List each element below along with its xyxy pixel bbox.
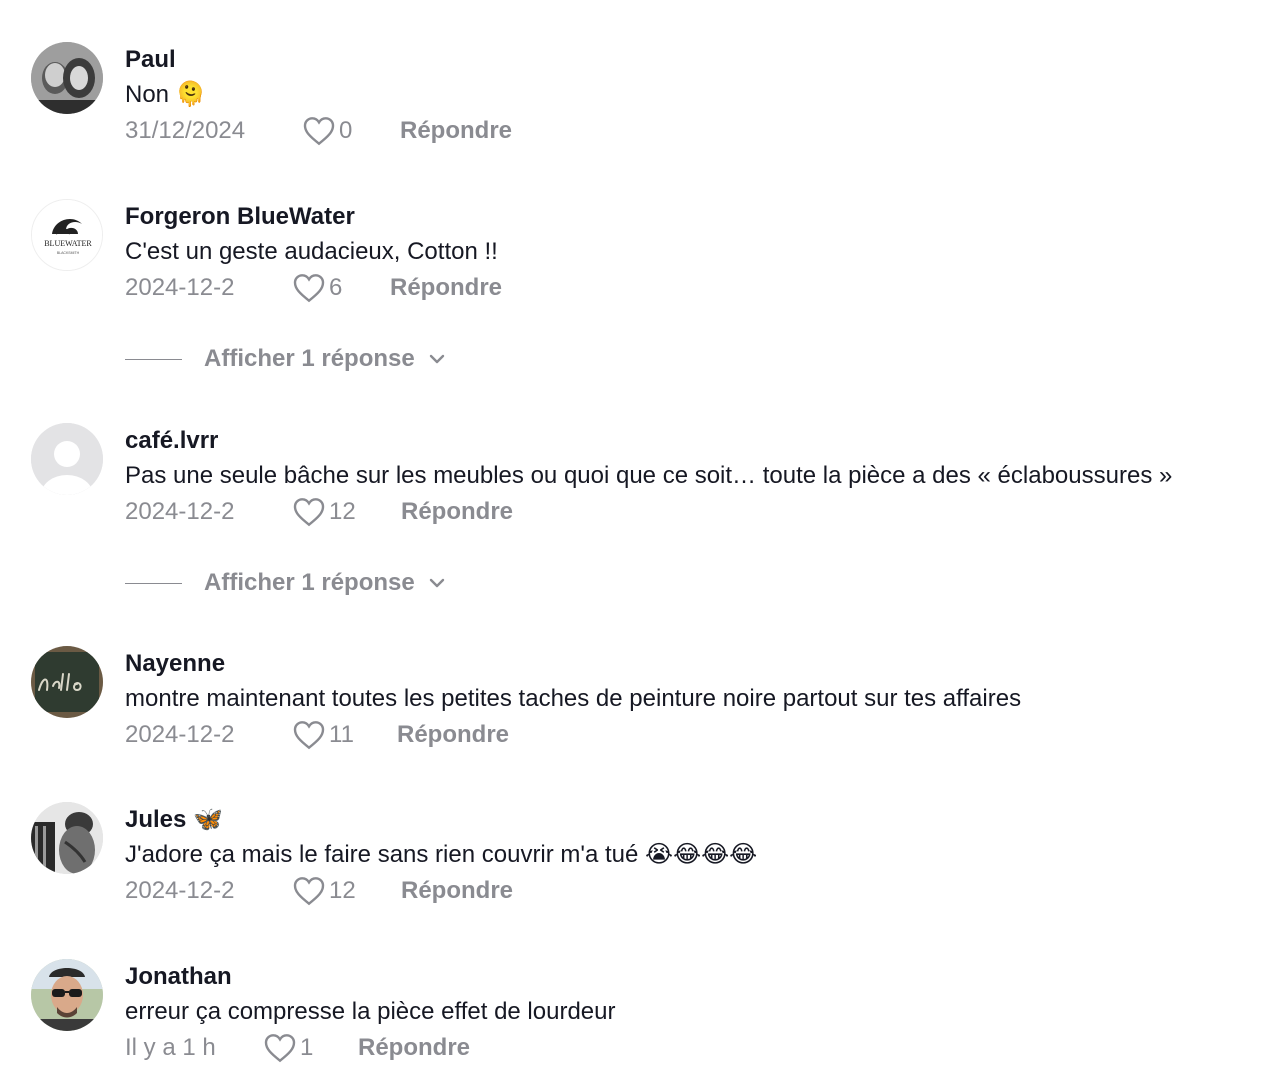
avatar-photo-icon xyxy=(31,802,103,874)
like-button[interactable]: 0 xyxy=(303,115,352,147)
comment-text: J'adore ça mais le faire sans rien couvr… xyxy=(125,841,758,868)
comment-username[interactable]: Paul xyxy=(125,45,176,75)
view-replies-label: Afficher 1 réponse xyxy=(204,569,415,596)
like-count: 6 xyxy=(329,274,343,301)
reply-button[interactable]: Répondre xyxy=(401,496,513,528)
comment-date: 2024-12-2 xyxy=(125,274,235,301)
avatar[interactable] xyxy=(31,646,103,718)
default-avatar-icon xyxy=(31,423,103,495)
comment-date: 2024-12-2 xyxy=(125,498,235,525)
comment-text: erreur ça compresse la pièce effet de lo… xyxy=(125,998,616,1025)
like-button[interactable]: 6 xyxy=(293,272,342,304)
avatar-photo-icon xyxy=(31,42,103,114)
comment-date: 2024-12-2 xyxy=(125,721,235,748)
comment-username[interactable]: Nayenne xyxy=(125,649,225,679)
like-count: 12 xyxy=(329,498,356,525)
comment-username[interactable]: café.lvrr xyxy=(125,426,218,456)
like-button[interactable]: 1 xyxy=(264,1032,313,1064)
heart-icon xyxy=(293,877,325,906)
like-button[interactable]: 11 xyxy=(293,719,354,751)
reply-button[interactable]: Répondre xyxy=(390,272,502,304)
comment-text: C'est un geste audacieux, Cotton !! xyxy=(125,238,498,265)
logo-text: BLUEWATER xyxy=(44,239,92,248)
comment-date: 2024-12-2 xyxy=(125,877,235,904)
heart-icon xyxy=(303,117,335,146)
view-replies-label: Afficher 1 réponse xyxy=(204,345,415,372)
comment-text: montre maintenant toutes les petites tac… xyxy=(125,685,1022,712)
avatar-photo-icon xyxy=(31,959,103,1031)
heart-icon xyxy=(293,498,325,527)
chalkboard-avatar-icon xyxy=(31,646,103,718)
divider xyxy=(125,582,182,584)
reply-button[interactable]: Répondre xyxy=(401,875,513,907)
chevron-down-icon xyxy=(429,578,444,588)
avatar[interactable] xyxy=(31,802,103,874)
avatar[interactable] xyxy=(31,42,103,114)
like-count: 12 xyxy=(329,877,356,904)
reply-button[interactable]: Répondre xyxy=(397,719,509,751)
view-replies-button[interactable]: Afficher 1 réponse xyxy=(125,567,447,599)
reply-button[interactable]: Répondre xyxy=(358,1032,470,1064)
comment-text: Non 🫠 xyxy=(125,81,206,108)
comment-text: Pas une seule bâche sur les meubles ou q… xyxy=(125,462,1173,489)
comment-username[interactable]: Forgeron BlueWater xyxy=(125,202,355,232)
like-button[interactable]: 12 xyxy=(293,875,356,907)
avatar[interactable] xyxy=(31,423,103,495)
comment-username[interactable]: Jonathan xyxy=(125,962,232,992)
like-count: 11 xyxy=(329,721,354,748)
comment-date: 31/12/2024 xyxy=(125,117,246,144)
comment-date: Il y a 1 h xyxy=(125,1034,216,1061)
reply-button[interactable]: Répondre xyxy=(400,115,512,147)
chevron-down-icon xyxy=(429,354,444,364)
heart-icon xyxy=(293,721,325,750)
divider xyxy=(125,358,182,360)
heart-icon xyxy=(293,274,325,303)
avatar[interactable] xyxy=(31,959,103,1031)
like-count: 0 xyxy=(339,117,353,144)
like-button[interactable]: 12 xyxy=(293,496,356,528)
like-count: 1 xyxy=(300,1034,314,1061)
avatar[interactable]: BLUEWATER BLACKSMITH xyxy=(31,199,103,271)
heart-icon xyxy=(264,1034,296,1063)
logo-subtext: BLACKSMITH xyxy=(57,251,80,255)
bluewater-logo-icon: BLUEWATER BLACKSMITH xyxy=(32,200,102,270)
comment-username[interactable]: Jules 🦋 xyxy=(125,805,223,835)
view-replies-button[interactable]: Afficher 1 réponse xyxy=(125,343,447,375)
